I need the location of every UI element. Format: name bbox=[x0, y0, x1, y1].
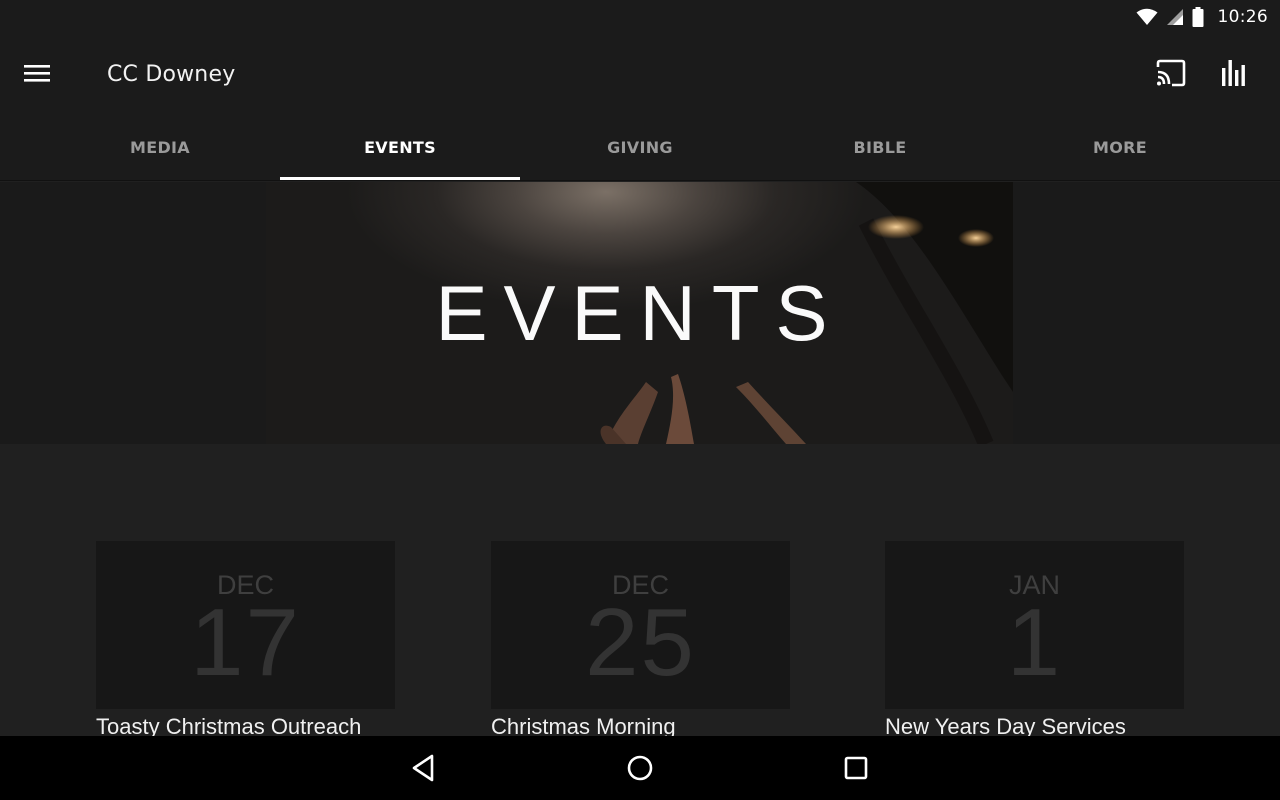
tab-media[interactable]: MEDIA bbox=[40, 114, 280, 181]
hero-image: EVENTS bbox=[266, 182, 1013, 444]
status-bar: 10:26 bbox=[0, 0, 1280, 36]
tab-bar: MEDIA EVENTS GIVING BIBLE MORE bbox=[0, 114, 1280, 181]
menu-button[interactable] bbox=[24, 55, 72, 95]
event-day: 17 bbox=[190, 589, 301, 696]
hero-banner: EVENTS bbox=[0, 182, 1280, 444]
hero-title: EVENTS bbox=[435, 268, 844, 357]
app-bar: CC Downey bbox=[0, 36, 1280, 114]
battery-icon bbox=[1192, 7, 1204, 27]
event-card[interactable]: DEC 17 Toasty Christmas Outreach bbox=[96, 541, 395, 739]
tab-events[interactable]: EVENTS bbox=[280, 114, 520, 181]
app-title: CC Downey bbox=[107, 62, 236, 87]
active-tab-indicator bbox=[280, 177, 520, 180]
recents-button[interactable] bbox=[840, 752, 872, 784]
home-button[interactable] bbox=[624, 752, 656, 784]
system-nav-bar bbox=[0, 736, 1280, 800]
status-clock: 10:26 bbox=[1217, 7, 1268, 27]
cell-signal-icon bbox=[1166, 8, 1184, 26]
event-date-tile[interactable]: DEC 17 bbox=[96, 541, 395, 709]
event-day: 1 bbox=[1006, 589, 1063, 696]
cast-button[interactable] bbox=[1154, 58, 1194, 94]
event-date-tile[interactable]: DEC 25 bbox=[491, 541, 790, 709]
tab-more[interactable]: MORE bbox=[1000, 114, 1240, 181]
tab-giving[interactable]: GIVING bbox=[520, 114, 760, 181]
event-date-tile[interactable]: JAN 1 bbox=[885, 541, 1184, 709]
event-day: 25 bbox=[585, 589, 696, 696]
back-triangle-icon bbox=[408, 754, 440, 788]
event-card[interactable]: JAN 1 New Years Day Services bbox=[885, 541, 1184, 739]
bar-chart-icon bbox=[1220, 60, 1248, 92]
back-button[interactable] bbox=[408, 752, 440, 784]
status-icons: 10:26 bbox=[1136, 6, 1269, 28]
event-card[interactable]: DEC 25 Christmas Morning bbox=[491, 541, 790, 739]
stats-button[interactable] bbox=[1220, 58, 1256, 94]
home-circle-icon bbox=[624, 755, 656, 788]
recents-square-icon bbox=[840, 756, 872, 788]
menu-icon bbox=[24, 63, 50, 87]
cast-icon bbox=[1154, 59, 1188, 92]
tab-bible[interactable]: BIBLE bbox=[760, 114, 1000, 181]
wifi-icon bbox=[1136, 8, 1158, 26]
